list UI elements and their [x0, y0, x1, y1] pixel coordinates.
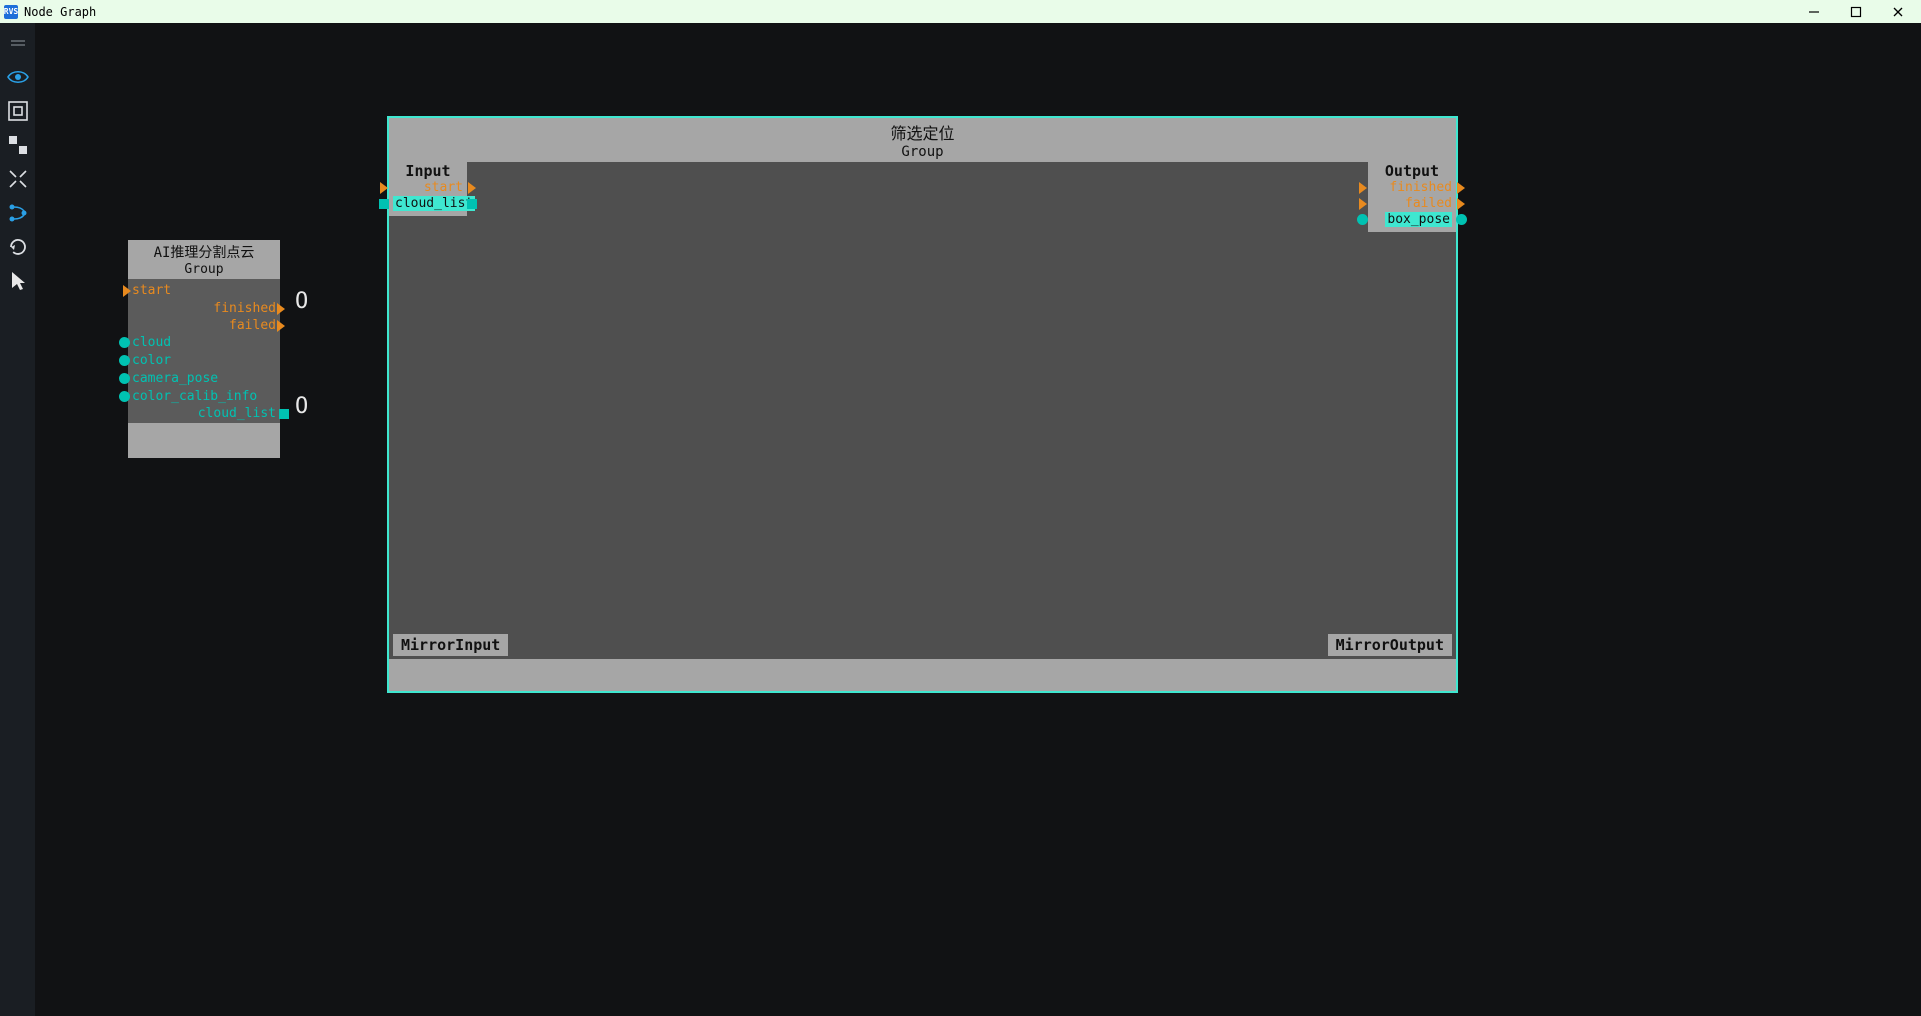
- arrow-icon: [1457, 182, 1465, 194]
- dot-icon: [119, 337, 130, 348]
- port-failed-out[interactable]: failed: [229, 318, 276, 334]
- left-toolbar: [0, 23, 35, 1016]
- port-camera-pose-in[interactable]: camera_pose: [132, 371, 218, 387]
- arrow-icon: [1359, 198, 1367, 210]
- edges-layer: [35, 23, 335, 173]
- dot-icon: [1456, 214, 1467, 225]
- port-label: start: [424, 180, 463, 195]
- handle-icon[interactable]: [4, 29, 32, 57]
- arrow-icon: [1359, 182, 1367, 194]
- cursor-icon[interactable]: [4, 267, 32, 295]
- port-label: failed: [229, 318, 276, 333]
- group-title: 筛选定位: [393, 120, 1452, 144]
- group-output-block[interactable]: Output finished failed box_pose: [1368, 162, 1456, 232]
- port-cloud-in[interactable]: cloud: [132, 335, 171, 351]
- arrow-icon: [468, 182, 476, 194]
- arrow-icon: [277, 320, 285, 332]
- node-ai-subtitle: Group: [132, 262, 276, 277]
- count-finished: O: [295, 289, 308, 314]
- arrow-icon: [277, 303, 285, 315]
- port-start-in[interactable]: start: [132, 283, 171, 299]
- port-cloud-list-out[interactable]: cloud_list: [198, 406, 276, 422]
- port-label: finished: [1389, 180, 1452, 195]
- node-ai-footer: [128, 423, 280, 458]
- branch-icon[interactable]: [4, 199, 32, 227]
- output-block-title: Output: [1372, 162, 1452, 180]
- collapse-icon[interactable]: [4, 165, 32, 193]
- frame-icon[interactable]: [4, 97, 32, 125]
- node-ai-group[interactable]: AI推理分割点云 Group start cloud color camera_…: [128, 240, 280, 458]
- app-icon: RVS: [4, 5, 18, 19]
- input-block-title: Input: [393, 162, 463, 180]
- group-footer: [389, 659, 1456, 691]
- node-ai-header: AI推理分割点云 Group: [128, 240, 280, 279]
- arrow-icon: [380, 182, 388, 194]
- port-finished-out[interactable]: finished: [213, 301, 276, 317]
- port-label: start: [132, 283, 171, 298]
- group-input-block[interactable]: Input start cloud_list: [389, 162, 467, 216]
- dot-icon: [119, 391, 130, 402]
- port-label: cloud_list: [198, 406, 276, 421]
- group-subtitle: Group: [393, 144, 1452, 160]
- port-label: finished: [213, 301, 276, 316]
- square-icon: [467, 199, 477, 209]
- port-color-calib-in[interactable]: color_calib_info: [132, 389, 257, 405]
- node-filter-group[interactable]: 筛选定位 Group Input start cloud_list: [387, 116, 1458, 693]
- minimize-button[interactable]: [1807, 5, 1821, 19]
- port-label: camera_pose: [132, 371, 218, 386]
- dot-icon: [1357, 214, 1368, 225]
- arrow-icon: [1457, 198, 1465, 210]
- nodes-icon[interactable]: [4, 131, 32, 159]
- square-icon: [379, 199, 389, 209]
- window-titlebar: RVS Node Graph: [0, 0, 1921, 23]
- group-port-cloud-list[interactable]: cloud_list: [393, 196, 463, 212]
- port-label: cloud: [132, 335, 171, 350]
- port-label: color_calib_info: [132, 389, 257, 404]
- group-header: 筛选定位 Group: [389, 118, 1456, 162]
- group-port-failed[interactable]: failed: [1372, 196, 1452, 212]
- eye-icon[interactable]: [4, 63, 32, 91]
- group-port-finished[interactable]: finished: [1372, 180, 1452, 196]
- refresh-icon[interactable]: [4, 233, 32, 261]
- port-label-selected: cloud_list: [393, 196, 475, 211]
- maximize-button[interactable]: [1849, 5, 1863, 19]
- square-icon: [279, 409, 289, 419]
- port-label: failed: [1405, 196, 1452, 211]
- dot-icon: [119, 373, 130, 384]
- arrow-icon: [123, 285, 131, 297]
- mirror-input-label[interactable]: MirrorInput: [393, 634, 508, 656]
- mirror-output-label[interactable]: MirrorOutput: [1328, 634, 1452, 656]
- group-port-box-pose[interactable]: box_pose: [1372, 212, 1452, 228]
- count-cloud-list: O: [295, 394, 308, 419]
- graph-canvas[interactable]: AI推理分割点云 Group start cloud color camera_…: [35, 23, 1921, 1016]
- port-color-in[interactable]: color: [132, 353, 171, 369]
- close-button[interactable]: [1891, 5, 1905, 19]
- port-label-selected: box_pose: [1385, 212, 1452, 227]
- window-title: Node Graph: [24, 5, 1807, 19]
- dot-icon: [119, 355, 130, 366]
- port-label: color: [132, 353, 171, 368]
- group-port-start[interactable]: start: [393, 180, 463, 196]
- node-ai-title: AI推理分割点云: [132, 242, 276, 262]
